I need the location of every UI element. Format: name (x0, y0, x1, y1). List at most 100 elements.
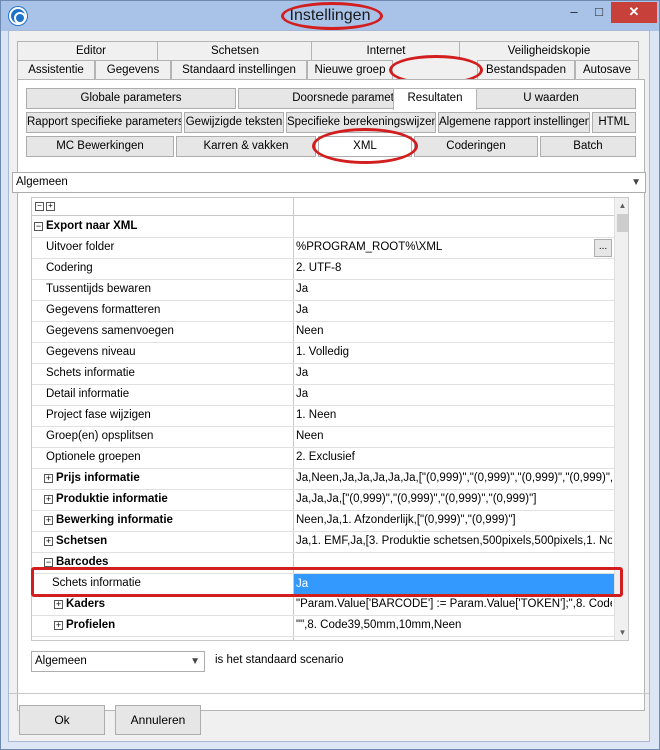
row-key: Groep(en) opsplitsen (46, 430, 154, 442)
grid-scrollbar[interactable]: ▲ ▼ (614, 198, 628, 640)
tab-standaard-instellingen[interactable]: Standaard instellingen (171, 60, 307, 79)
grid-toolbar: − + (32, 198, 614, 216)
row-key: Bewerking informatie (56, 514, 173, 526)
expand-icon[interactable]: + (54, 621, 63, 630)
table-row[interactable]: − Barcodes (32, 553, 614, 574)
title-bar[interactable]: Instellingen – □ ✕ (1, 1, 659, 31)
chevron-down-icon: ▼ (631, 177, 641, 188)
table-row[interactable]: + Bewerking informatie Neen,Ja,1. Afzonder… (32, 511, 614, 532)
expand-icon[interactable]: + (44, 495, 53, 504)
expand-all-icon[interactable]: + (46, 202, 55, 211)
ok-button[interactable]: Ok (19, 705, 105, 735)
browse-folder-button[interactable]: ... (594, 239, 612, 257)
row-key: Tussentijds bewaren (46, 283, 152, 295)
table-row[interactable]: Detail informatie Ja (32, 385, 614, 406)
row-key: Kaders (66, 598, 105, 610)
scenario-combo-top-value: Algemeen (16, 176, 68, 188)
rapport-specifieke-parameters-button[interactable]: Rapport specifieke parameters (26, 112, 182, 133)
table-row[interactable]: + Profielen "",8. Code39,50mm,10mm,Neen (32, 616, 614, 637)
table-row[interactable]: Gegevens niveau 1. Volledig (32, 343, 614, 364)
table-row[interactable]: + Kaders "Param.Value['BARCODE'] := Param.… (32, 595, 614, 616)
row-value[interactable]: Ja (296, 367, 612, 379)
row-value[interactable]: Ja (296, 283, 612, 295)
tab-bestandspaden[interactable]: Bestandspaden (477, 60, 575, 79)
globale-parameters-button[interactable]: Globale parameters (26, 88, 236, 109)
scenario-combo-bottom-value: Algemeen (35, 655, 87, 667)
scroll-thumb[interactable] (617, 214, 628, 232)
u-waarden-button[interactable]: U waarden (466, 88, 636, 109)
gewijzigde-teksten-button[interactable]: Gewijzigde teksten (184, 112, 284, 133)
table-row[interactable]: Uitvoer folder %PROGRAM_ROOT%\XML... (32, 238, 614, 259)
property-grid[interactable]: − + − Export naar XML Uitvoer folder %PROGR… (31, 197, 629, 641)
batch-button[interactable]: Batch (540, 136, 636, 157)
row-key: Schetsen (56, 535, 108, 547)
default-scenario-label: is het standaard scenario (215, 654, 344, 666)
table-row[interactable]: − Export naar XML (32, 217, 614, 238)
row-value[interactable]: Ja,1. EMF,Ja,[3. Produktie schetsen,500p… (296, 535, 612, 547)
mc-bewerkingen-button[interactable]: MC Bewerkingen (26, 136, 174, 157)
algemene-rapport-instellingen-button[interactable]: Algemene rapport instellingen (438, 112, 590, 133)
table-row[interactable]: + Produktie informatie Ja,Ja,Ja,["(0,999)"… (32, 490, 614, 511)
tab-assistentie[interactable]: Assistentie (17, 60, 95, 79)
scroll-down-icon[interactable]: ▼ (615, 625, 628, 640)
scenario-combo-top[interactable]: Algemeen ▼ (12, 172, 646, 193)
table-row[interactable]: Schets informatie Ja (32, 574, 614, 595)
row-value[interactable]: 2. UTF-8 (296, 262, 612, 274)
row-value[interactable]: Neen (296, 430, 612, 442)
close-button[interactable]: ✕ (611, 2, 657, 23)
karren-vakken-button[interactable]: Karren & vakken (176, 136, 316, 157)
footer-divider (9, 693, 649, 694)
row-value[interactable]: Ja (296, 388, 612, 400)
tab-schetsen[interactable]: Schetsen (157, 41, 313, 60)
chevron-down-icon: ▼ (190, 656, 200, 667)
coderingen-button[interactable]: Coderingen (414, 136, 538, 157)
expand-icon[interactable]: + (44, 474, 53, 483)
expand-icon[interactable]: + (44, 516, 53, 525)
tab-internet[interactable]: Internet (311, 41, 461, 60)
row-value[interactable]: "",8. Code39,50mm,10mm,Neen (296, 619, 612, 631)
scroll-up-icon[interactable]: ▲ (615, 198, 628, 213)
row-value[interactable]: Neen (296, 325, 612, 337)
tab-autosave[interactable]: Autosave (575, 60, 639, 79)
table-row[interactable]: + Schetsen Ja,1. EMF,Ja,[3. Produktie sche… (32, 532, 614, 553)
row-value[interactable]: "Param.Value['BARCODE'] := Param.Value['… (296, 598, 612, 610)
tab-gegevens[interactable]: Gegevens (95, 60, 171, 79)
expand-icon[interactable]: + (44, 537, 53, 546)
row-value[interactable]: Ja,Neen,Ja,Ja,Ja,Ja,Ja,["(0,999)","(0,99… (296, 472, 612, 484)
table-row[interactable]: Project fase wijzigen 1. Neen (32, 406, 614, 427)
table-row[interactable]: Schets informatie Ja (32, 364, 614, 385)
xml-button[interactable]: XML (318, 136, 412, 157)
row-value[interactable]: 1. Neen (296, 409, 612, 421)
collapse-icon[interactable]: − (34, 222, 43, 231)
table-row[interactable]: + Prijs informatie Ja,Neen,Ja,Ja,Ja,Ja,Ja,… (32, 469, 614, 490)
cancel-button[interactable]: Annuleren (115, 705, 201, 735)
row-value[interactable]: Ja (296, 304, 612, 316)
collapse-all-icon[interactable]: − (35, 202, 44, 211)
table-row[interactable]: Tussentijds bewaren Ja (32, 280, 614, 301)
table-row[interactable]: Codering 2. UTF-8 (32, 259, 614, 280)
minimize-button[interactable]: – (561, 2, 587, 23)
tab-editor[interactable]: Editor (17, 41, 165, 60)
expand-icon[interactable]: + (54, 600, 63, 609)
table-row[interactable]: Groep(en) opsplitsen Neen (32, 427, 614, 448)
collapse-icon[interactable]: − (44, 558, 53, 567)
row-value[interactable]: Ja,Ja,Ja,["(0,999)","(0,999)","(0,999)",… (296, 493, 612, 505)
tab-resultaten[interactable]: Resultaten (393, 88, 477, 110)
html-button[interactable]: HTML (592, 112, 636, 133)
row-value[interactable]: Neen,Ja,1. Afzonderlijk,["(0,999)","(0,9… (296, 514, 612, 526)
row-key: Detail informatie (46, 388, 130, 400)
table-row[interactable]: Gegevens formatteren Ja (32, 301, 614, 322)
row-key: Gegevens formatteren (46, 304, 161, 316)
tab-nieuwe-groep[interactable]: Nieuwe groep (307, 60, 393, 79)
row-value[interactable]: Ja (294, 574, 614, 594)
specifieke-berekeningswijzen-button[interactable]: Specifieke berekeningswijzen (286, 112, 436, 133)
table-row[interactable]: Gegevens samenvoegen Neen (32, 322, 614, 343)
tab-veiligheidskopie[interactable]: Veiligheidskopie (459, 41, 639, 60)
row-key: Prijs informatie (56, 472, 140, 484)
scenario-combo-bottom[interactable]: Algemeen ▼ (31, 651, 205, 672)
table-row[interactable]: Optionele groepen 2. Exclusief (32, 448, 614, 469)
row-value[interactable]: %PROGRAM_ROOT%\XML (296, 241, 612, 253)
maximize-button[interactable]: □ (587, 2, 611, 23)
row-value[interactable]: 1. Volledig (296, 346, 612, 358)
row-value[interactable]: 2. Exclusief (296, 451, 612, 463)
